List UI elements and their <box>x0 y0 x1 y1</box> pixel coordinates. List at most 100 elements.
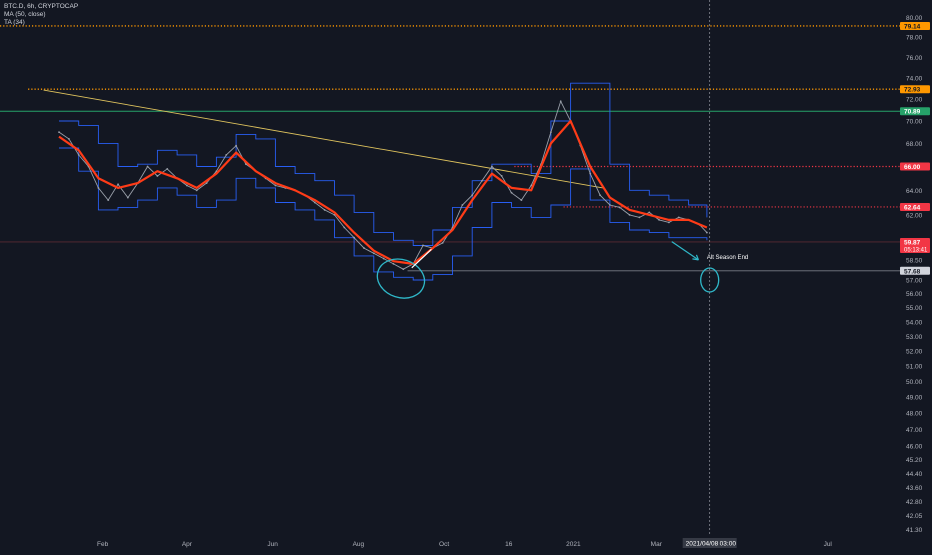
price-point <box>490 165 493 168</box>
x-tick-label: Aug <box>353 541 365 548</box>
price-point <box>638 216 641 219</box>
y-tick-label: 62.00 <box>906 212 923 219</box>
x-tick-label: Oct <box>439 541 449 548</box>
price-point <box>117 183 119 186</box>
x-tick-label: Mar <box>651 541 663 548</box>
y-tick-label: 54.00 <box>906 319 923 326</box>
price-point <box>97 187 100 189</box>
y-tick-label: 78.00 <box>906 35 923 42</box>
price-point <box>520 199 523 201</box>
y-tick-label: 53.00 <box>906 334 923 341</box>
price-point <box>372 252 375 255</box>
y-tick-label: 49.00 <box>906 395 923 402</box>
legend-ta[interactable]: TA (34) <box>4 19 78 27</box>
x-tick-label: Apr <box>182 541 193 548</box>
y-tick-label: 55.00 <box>906 305 923 312</box>
y-tick-label: 44.40 <box>906 471 923 478</box>
price-point <box>67 137 70 140</box>
price-point <box>422 244 424 247</box>
y-tick-label: 51.00 <box>906 364 923 371</box>
y-tick-label: 42.05 <box>906 513 923 520</box>
y-tick-label: 52.00 <box>906 349 923 356</box>
price-point <box>225 153 228 156</box>
y-tick-label: 47.00 <box>906 427 923 434</box>
x-tick-label: Feb <box>97 541 109 548</box>
price-point <box>77 153 80 156</box>
y-tick-label: 50.00 <box>906 379 923 386</box>
price-point <box>510 191 513 194</box>
x-tick-label: Jun <box>267 541 278 548</box>
price-point <box>559 100 562 103</box>
price-point <box>343 226 346 229</box>
chart-legend: BTC.D, 6h, CRYPTOCAP MA (50, close) TA (… <box>4 3 78 27</box>
x-tick-label: 16 <box>505 541 513 548</box>
price-point <box>461 204 464 206</box>
chart-area[interactable]: 80.00 78.00 76.00 74.00 72.00 70.00 68.00 66.00… <box>0 0 932 550</box>
price-point <box>58 131 60 134</box>
y-tick-label: 76.00 <box>906 55 923 62</box>
y-tick-label: 70.00 <box>906 118 923 125</box>
price-point <box>363 247 365 249</box>
price-point <box>235 144 237 147</box>
price-point <box>441 241 444 244</box>
y-tick-label: 56.00 <box>906 291 923 298</box>
chart-background <box>0 0 932 550</box>
y-tick-label: 72.00 <box>906 97 923 104</box>
price-point <box>471 194 474 197</box>
price-point <box>195 189 198 192</box>
level-price-label: 62.64 <box>904 204 921 211</box>
legend-symbol[interactable]: BTC.D, 6h, CRYPTOCAP <box>4 3 78 11</box>
price-point <box>500 175 503 177</box>
x-tick-label: 2021 <box>566 541 581 548</box>
price-point <box>107 199 110 201</box>
price-point <box>589 172 592 175</box>
price-point <box>382 257 385 260</box>
crosshair-clock-label: 03:00 <box>720 541 737 548</box>
y-tick-label: 45.20 <box>906 457 923 464</box>
y-tick-label: 42.80 <box>906 499 923 506</box>
price-point <box>156 175 159 177</box>
annotation-text[interactable]: Alt Season End <box>707 255 748 261</box>
price-point <box>402 268 405 271</box>
price-point <box>677 216 680 219</box>
price-point <box>274 184 277 187</box>
y-tick-label: 43.60 <box>906 485 923 492</box>
price-point <box>481 179 483 182</box>
price-point <box>609 204 611 206</box>
price-point <box>599 194 601 197</box>
price-point <box>628 214 631 216</box>
price-point <box>146 165 149 168</box>
price-point <box>323 209 326 211</box>
price-point <box>392 262 395 265</box>
y-tick-label: 80.00 <box>906 15 923 22</box>
price-point <box>126 196 129 199</box>
price-point <box>166 167 169 170</box>
price-point <box>705 231 708 234</box>
countdown-label: 05:13:41 <box>904 247 928 253</box>
price-chart[interactable]: 80.00 78.00 76.00 74.00 72.00 70.00 68.00 66.00… <box>0 0 932 550</box>
price-point <box>618 206 621 209</box>
y-tick-label: 74.00 <box>906 75 923 82</box>
level-price-label: 79.14 <box>904 23 921 30</box>
y-tick-label: 64.00 <box>906 188 923 195</box>
level-price-label: 70.89 <box>904 109 921 116</box>
y-tick-label: 68.00 <box>906 141 923 148</box>
y-tick-label: 41.30 <box>906 527 923 534</box>
price-point <box>668 221 670 224</box>
price-point <box>658 219 660 221</box>
legend-ma[interactable]: MA (50, close) <box>4 11 78 19</box>
price-point <box>186 184 188 187</box>
level-price-label: 57.68 <box>904 268 921 275</box>
y-tick-label: 57.00 <box>906 277 923 284</box>
level-price-label: 66.00 <box>904 164 921 171</box>
y-tick-label: 58.50 <box>906 257 923 264</box>
price-point <box>313 201 316 204</box>
price-point <box>648 211 651 214</box>
price-point <box>549 131 552 134</box>
y-tick-label: 46.00 <box>906 443 923 450</box>
level-price-label: 59.87 <box>904 239 921 246</box>
level-price-label: 72.93 <box>904 87 921 94</box>
crosshair-time-label: 2021/04/08 <box>686 541 719 548</box>
price-point <box>353 236 356 239</box>
x-tick-label: Jul <box>824 541 833 548</box>
